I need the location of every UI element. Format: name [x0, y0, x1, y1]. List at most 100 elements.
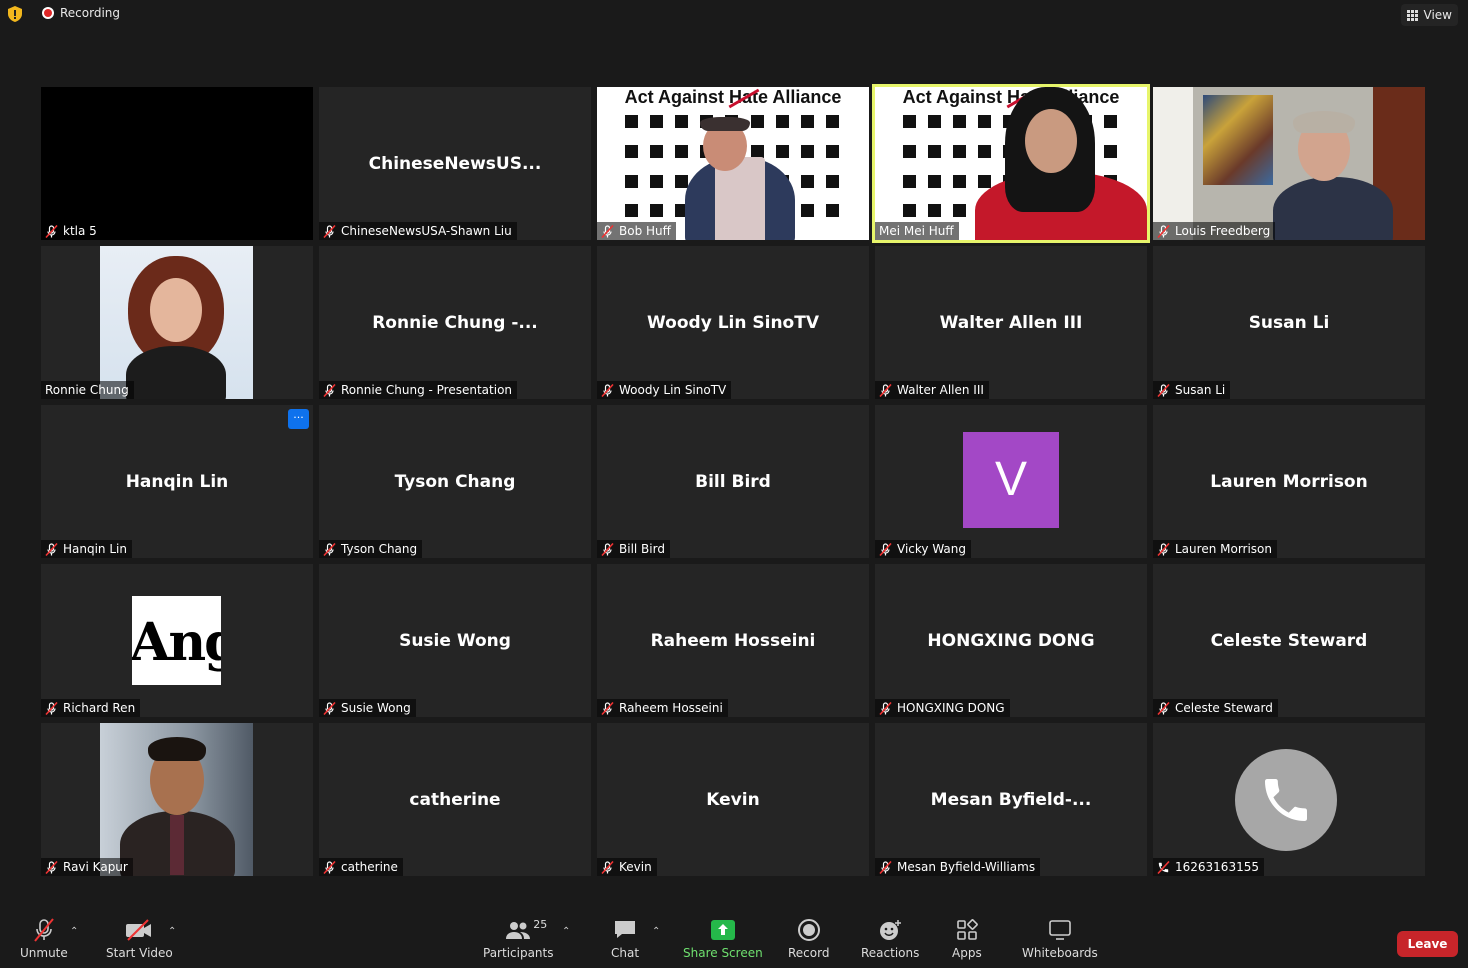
participant-name-tag: Louis Freedberg: [1153, 222, 1276, 240]
participant-name-tag: Richard Ren: [41, 699, 141, 717]
participant-name: Bob Huff: [619, 224, 671, 238]
muted-mic-icon: [323, 383, 336, 397]
unmute-label: Unmute: [20, 946, 68, 960]
participants-chevron-icon[interactable]: ⌃: [562, 926, 570, 937]
participant-name: Raheem Hosseini: [619, 701, 723, 715]
video-tile[interactable]: Celeste Steward Celeste Steward: [1153, 564, 1425, 717]
video-feed: Act Against Hate Alliance: [875, 87, 1147, 240]
video-tile[interactable]: Ravi Kapur: [41, 723, 313, 876]
participant-name-tag: HONGXING DONG: [875, 699, 1010, 717]
participant-name-tag: Ronnie Chung - Presentation: [319, 381, 518, 399]
muted-mic-icon: [1157, 383, 1170, 397]
muted-mic-icon: [879, 383, 892, 397]
participant-name: Woody Lin SinoTV: [619, 383, 727, 397]
share-screen-button[interactable]: Share Screen: [683, 916, 763, 960]
video-tile[interactable]: Raheem Hosseini Raheem Hosseini: [597, 564, 869, 717]
wall: [1153, 87, 1193, 240]
video-tile[interactable]: Woody Lin SinoTV Woody Lin SinoTV: [597, 246, 869, 399]
video-tile[interactable]: Act Against Hate Alliance Bob Huff: [597, 87, 869, 240]
video-tile[interactable]: Lauren Morrison Lauren Morrison: [1153, 405, 1425, 558]
participant-name-tag: Walter Allen III: [875, 381, 989, 399]
muted-mic-icon: [45, 542, 58, 556]
view-button[interactable]: View: [1400, 4, 1458, 26]
video-tile[interactable]: ktla 5: [41, 87, 313, 240]
muted-mic-icon: [323, 860, 336, 874]
participant-name: catherine: [341, 860, 398, 874]
video-options-chevron-icon[interactable]: ⌃: [168, 926, 176, 937]
video-tile[interactable]: Susie Wong Susie Wong: [319, 564, 591, 717]
participant-name: Lauren Morrison: [1175, 542, 1273, 556]
necktie: [170, 815, 184, 875]
muted-microphone-icon: [31, 916, 57, 944]
participant-name: Hanqin Lin: [63, 542, 127, 556]
phone-icon: [1265, 779, 1307, 821]
participant-name: Ravi Kapur: [63, 860, 128, 874]
participant-name: Ronnie Chung - Presentation: [341, 383, 513, 397]
participant-display-name: Kevin: [706, 789, 760, 810]
participants-icon: 25: [487, 916, 549, 944]
participants-button[interactable]: 25 Participants: [483, 916, 554, 960]
video-tile[interactable]: Ronnie Chung -... Ronnie Chung - Present…: [319, 246, 591, 399]
video-tile[interactable]: Susan Li Susan Li: [1153, 246, 1425, 399]
video-tile[interactable]: ChineseNewsUS... ChineseNewsUSA-Shawn Li…: [319, 87, 591, 240]
participant-name: Tyson Chang: [341, 542, 418, 556]
leave-button[interactable]: Leave: [1397, 931, 1458, 957]
muted-mic-icon: [323, 701, 336, 715]
muted-mic-icon: [45, 224, 58, 238]
video-tile[interactable]: Bill Bird Bill Bird: [597, 405, 869, 558]
meeting-toolbar: Unmute ⌃ Start Video ⌃ 25 Participants ⌃…: [0, 910, 1468, 968]
participant-name: Celeste Steward: [1175, 701, 1273, 715]
participant-name-tag: Bill Bird: [597, 540, 670, 558]
start-video-button[interactable]: Start Video: [106, 916, 173, 960]
unmute-button[interactable]: Unmute: [20, 916, 68, 960]
muted-mic-icon: [601, 701, 614, 715]
participant-name-tag: Mesan Byfield-Williams: [875, 858, 1041, 876]
participant-name-tag: Vicky Wang: [875, 540, 971, 558]
video-tile[interactable]: Louis Freedberg: [1153, 87, 1425, 240]
whiteboards-button[interactable]: Whiteboards: [1022, 916, 1098, 960]
chat-chevron-icon[interactable]: ⌃: [652, 926, 660, 937]
person-hair: [148, 737, 206, 761]
participant-display-name: Susan Li: [1248, 312, 1330, 333]
whiteboards-label: Whiteboards: [1022, 946, 1098, 960]
video-tile[interactable]: Kevin Kevin: [597, 723, 869, 876]
participant-display-name: Ronnie Chung -...: [372, 312, 538, 333]
participant-name: ktla 5: [63, 224, 97, 238]
video-tile[interactable]: Ang Richard Ren: [41, 564, 313, 717]
participant-name: ChineseNewsUSA-Shawn Liu: [341, 224, 512, 238]
video-tile[interactable]: 16263163155: [1153, 723, 1425, 876]
participant-name-tag: Woody Lin SinoTV: [597, 381, 732, 399]
reactions-button[interactable]: Reactions: [861, 916, 919, 960]
more-options-button[interactable]: ···: [288, 409, 309, 429]
participant-name: Susan Li: [1175, 383, 1226, 397]
chat-button[interactable]: Chat: [611, 916, 639, 960]
video-tile[interactable]: V Vicky Wang: [875, 405, 1147, 558]
apps-button[interactable]: Apps: [952, 916, 982, 960]
participant-name: Richard Ren: [63, 701, 136, 715]
record-button[interactable]: Record: [788, 916, 829, 960]
share-screen-label: Share Screen: [683, 946, 763, 960]
video-tile[interactable]: ··· Hanqin Lin Hanqin Lin: [41, 405, 313, 558]
participant-display-name: Hanqin Lin: [125, 471, 229, 492]
grid-view-icon: [1406, 9, 1418, 21]
person-face: [150, 278, 202, 342]
video-tile[interactable]: catherine catherine: [319, 723, 591, 876]
recording-indicator[interactable]: Recording: [42, 6, 120, 20]
participant-name: Mesan Byfield-Williams: [897, 860, 1036, 874]
video-tile[interactable]: Mesan Byfield-... Mesan Byfield-Williams: [875, 723, 1147, 876]
video-tile[interactable]: Ronnie Chung: [41, 246, 313, 399]
security-shield-icon[interactable]: [8, 6, 22, 22]
audio-options-chevron-icon[interactable]: ⌃: [70, 926, 78, 937]
chat-bubble-icon: [613, 916, 637, 944]
participant-display-name: Bill Bird: [695, 471, 771, 492]
participant-name-tag: Susan Li: [1153, 381, 1231, 399]
video-tile[interactable]: HONGXING DONG HONGXING DONG: [875, 564, 1147, 717]
reactions-label: Reactions: [861, 946, 920, 960]
participant-name-tag: ktla 5: [41, 222, 102, 240]
active-speaker-tile[interactable]: Act Against Hate Alliance Mei Mei Huff: [872, 84, 1150, 243]
participant-name-tag: Tyson Chang: [319, 540, 423, 558]
gallery-view: ktla 5 ChineseNewsUS... ChineseNewsUSA-S…: [41, 84, 1425, 876]
video-tile[interactable]: Tyson Chang Tyson Chang: [319, 405, 591, 558]
video-tile[interactable]: Walter Allen III Walter Allen III: [875, 246, 1147, 399]
wall-tapestry: [1203, 95, 1273, 185]
